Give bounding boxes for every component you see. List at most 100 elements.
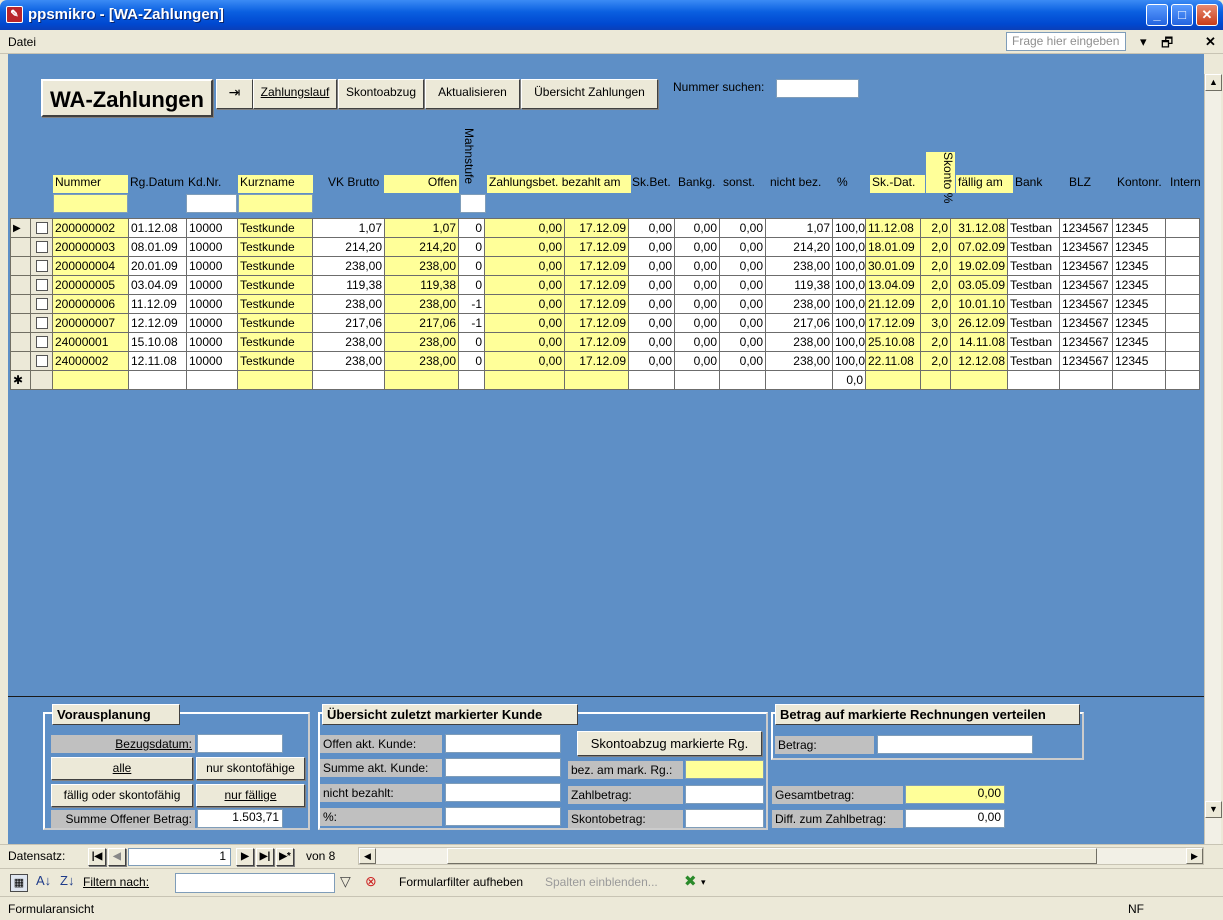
- table-cell[interactable]: [1165, 218, 1200, 238]
- maximize-icon[interactable]: □: [1171, 4, 1193, 26]
- pct-input[interactable]: [445, 807, 561, 826]
- table-cell[interactable]: 07.02.09: [950, 237, 1008, 257]
- mark-checkbox[interactable]: [30, 313, 53, 333]
- nummer-suchen-input[interactable]: [776, 79, 859, 98]
- table-cell[interactable]: Testkunde: [237, 256, 313, 276]
- aktualisieren-button[interactable]: Aktualisieren: [425, 79, 520, 109]
- first-record-icon[interactable]: |◀: [88, 848, 106, 866]
- table-cell[interactable]: 12345: [1112, 294, 1166, 314]
- table-cell[interactable]: [950, 370, 1008, 390]
- table-cell[interactable]: [484, 370, 565, 390]
- table-cell[interactable]: 0: [458, 218, 485, 238]
- new-record-icon[interactable]: ✱: [10, 370, 31, 390]
- table-cell[interactable]: [1007, 370, 1060, 390]
- filter-icon[interactable]: ▽: [340, 873, 351, 890]
- table-cell[interactable]: [1059, 370, 1113, 390]
- table-cell[interactable]: 100,0: [832, 313, 866, 333]
- prev-record-icon[interactable]: ◀: [108, 848, 126, 866]
- table-cell[interactable]: 1,07: [765, 218, 833, 238]
- table-cell[interactable]: [186, 370, 238, 390]
- filter-mahnstufe-input[interactable]: [460, 194, 486, 213]
- table-cell[interactable]: 2,0: [920, 237, 951, 257]
- record-selector[interactable]: [10, 256, 31, 276]
- table-cell[interactable]: 238,00: [312, 351, 385, 371]
- table-cell[interactable]: 0,00: [628, 237, 675, 257]
- table-cell[interactable]: [1165, 256, 1200, 276]
- table-cell[interactable]: 238,00: [384, 256, 459, 276]
- table-cell[interactable]: 200000006: [52, 294, 129, 314]
- table-cell[interactable]: 2,0: [920, 294, 951, 314]
- table-cell[interactable]: 200000005: [52, 275, 129, 295]
- table-cell[interactable]: 1234567: [1059, 275, 1113, 295]
- table-cell[interactable]: 200000004: [52, 256, 129, 276]
- table-cell[interactable]: [719, 370, 766, 390]
- table-cell[interactable]: [628, 370, 675, 390]
- spalten-einblenden-button[interactable]: Spalten einblenden...: [545, 875, 658, 889]
- table-cell[interactable]: 08.01.09: [128, 237, 187, 257]
- table-cell[interactable]: 2,0: [920, 332, 951, 352]
- table-cell[interactable]: 238,00: [312, 332, 385, 352]
- remove-filter-icon[interactable]: ⊗: [365, 873, 377, 890]
- table-cell[interactable]: 238,00: [384, 294, 459, 314]
- table-cell[interactable]: 12345: [1112, 237, 1166, 257]
- table-cell[interactable]: 10000: [186, 294, 238, 314]
- table-cell[interactable]: Testkunde: [237, 275, 313, 295]
- close-icon[interactable]: ✕: [1196, 4, 1218, 26]
- table-cell[interactable]: [1165, 237, 1200, 257]
- bez-am-mark-input[interactable]: [685, 760, 764, 779]
- table-cell[interactable]: 1234567: [1059, 237, 1113, 257]
- filter-nummer-input[interactable]: [53, 194, 128, 213]
- table-cell[interactable]: 119,38: [312, 275, 385, 295]
- table-cell[interactable]: [920, 370, 951, 390]
- table-cell[interactable]: 200000007: [52, 313, 129, 333]
- table-cell[interactable]: [128, 370, 187, 390]
- table-row[interactable]: ▶ 200000002 01.12.08 10000 Testkunde 1,07 1,07…: [10, 218, 1200, 238]
- summe-akt-kunde-input[interactable]: [445, 758, 561, 777]
- mark-checkbox[interactable]: [30, 332, 53, 352]
- restore-icon[interactable]: 🗗: [1161, 34, 1173, 56]
- table-cell[interactable]: Testban: [1007, 351, 1060, 371]
- mark-checkbox[interactable]: [30, 275, 53, 295]
- table-cell[interactable]: 12.12.08: [950, 351, 1008, 371]
- table-cell[interactable]: [564, 370, 629, 390]
- table-cell[interactable]: 0,00: [674, 294, 720, 314]
- formularfilter-aufheben-button[interactable]: Formularfilter aufheben: [399, 875, 523, 889]
- table-row[interactable]: 200000007 12.12.09 10000 Testkunde 217,06 217…: [10, 313, 1200, 333]
- table-cell[interactable]: 0,00: [484, 275, 565, 295]
- table-cell[interactable]: 0: [458, 332, 485, 352]
- table-cell[interactable]: 12345: [1112, 256, 1166, 276]
- horizontal-scrollbar[interactable]: ◀ ▶: [358, 847, 1204, 865]
- zahlungslauf-button[interactable]: Zahlungslauf: [253, 79, 337, 109]
- mark-checkbox[interactable]: [30, 294, 53, 314]
- table-cell[interactable]: 119,38: [765, 275, 833, 295]
- table-cell[interactable]: 1,07: [312, 218, 385, 238]
- table-cell[interactable]: Testban: [1007, 294, 1060, 314]
- table-cell[interactable]: [1165, 370, 1200, 390]
- table-cell[interactable]: Testban: [1007, 275, 1060, 295]
- table-cell[interactable]: [1165, 294, 1200, 314]
- scroll-down-icon[interactable]: ▼: [1205, 801, 1222, 818]
- table-cell[interactable]: 13.04.09: [865, 275, 921, 295]
- table-cell[interactable]: 0,00: [484, 218, 565, 238]
- table-cell[interactable]: 1234567: [1059, 256, 1113, 276]
- table-cell[interactable]: 14.11.08: [950, 332, 1008, 352]
- table-cell[interactable]: 17.12.09: [564, 256, 629, 276]
- table-cell[interactable]: 217,06: [312, 313, 385, 333]
- table-cell[interactable]: 01.12.08: [128, 218, 187, 238]
- table-cell[interactable]: 19.02.09: [950, 256, 1008, 276]
- table-cell[interactable]: 2,0: [920, 275, 951, 295]
- filter-kdnr-input[interactable]: [186, 194, 237, 213]
- record-selector[interactable]: [10, 351, 31, 371]
- table-cell[interactable]: 0,00: [484, 332, 565, 352]
- table-cell[interactable]: 100,0: [832, 218, 866, 238]
- table-cell[interactable]: 30.01.09: [865, 256, 921, 276]
- offen-akt-kunde-input[interactable]: [445, 734, 561, 753]
- mark-checkbox[interactable]: [30, 351, 53, 371]
- table-cell[interactable]: 0,00: [628, 351, 675, 371]
- table-cell[interactable]: 0,00: [719, 313, 766, 333]
- table-cell[interactable]: 12345: [1112, 313, 1166, 333]
- table-cell[interactable]: [312, 370, 385, 390]
- table-cell[interactable]: 2,0: [920, 256, 951, 276]
- table-cell[interactable]: -1: [458, 313, 485, 333]
- table-cell[interactable]: 1234567: [1059, 294, 1113, 314]
